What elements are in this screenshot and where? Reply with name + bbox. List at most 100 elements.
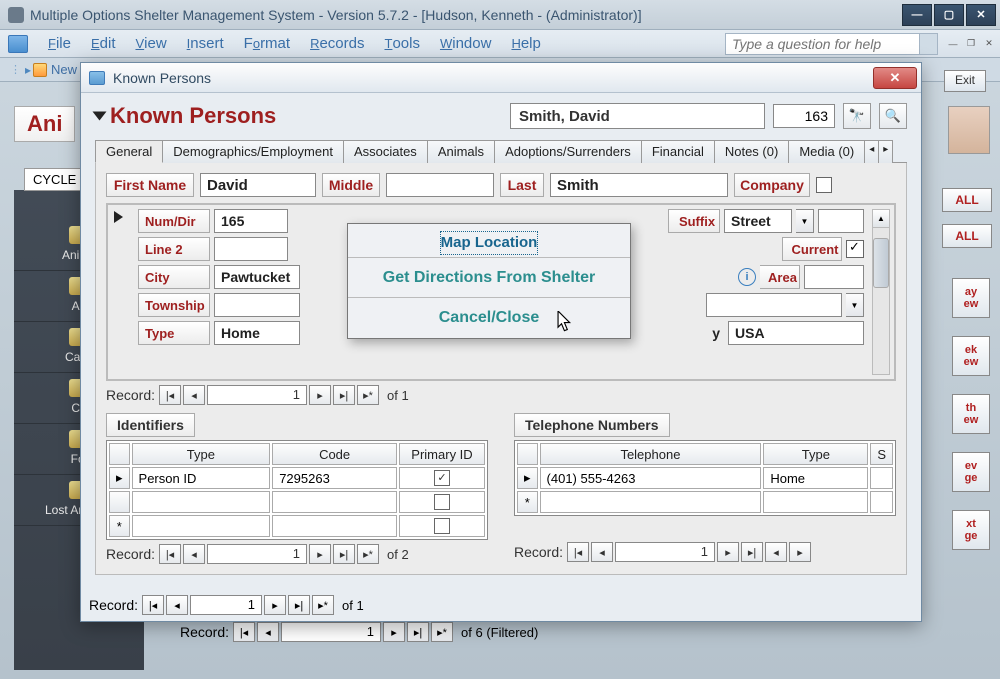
nav-first-icon[interactable]: |◂ <box>159 544 181 564</box>
tab-notes[interactable]: Notes (0) <box>714 140 789 163</box>
tab-financial[interactable]: Financial <box>641 140 715 163</box>
address-scrollbar[interactable]: ▲ <box>872 209 890 375</box>
nav-last-icon[interactable]: ▸| <box>288 595 310 615</box>
subform-record-arrow-icon[interactable] <box>114 211 123 223</box>
menu-tools[interactable]: Tools <box>374 31 429 56</box>
menu-view[interactable]: View <box>125 31 176 56</box>
right-btn-partial[interactable]: thew <box>952 394 990 434</box>
table-row-new[interactable]: * <box>517 491 893 513</box>
nav-new-icon[interactable]: ▸* <box>312 595 334 615</box>
table-row[interactable]: ▸ Person ID 7295263 <box>109 467 485 489</box>
right-btn-partial[interactable]: evge <box>952 452 990 492</box>
minimize-button[interactable]: — <box>902 4 932 26</box>
nav-last-icon[interactable]: ▸| <box>333 544 355 564</box>
menu-edit[interactable]: Edit <box>81 31 126 56</box>
mdi-close[interactable]: ✕ <box>980 36 998 52</box>
table-row[interactable]: ▸ (401) 555-4263 Home <box>517 467 893 489</box>
middle-name-input[interactable] <box>386 173 494 197</box>
expand-arrow-icon[interactable] <box>93 112 107 121</box>
nav-last-icon[interactable]: ▸| <box>741 542 763 562</box>
new-button[interactable]: New <box>51 62 77 77</box>
last-name-input[interactable] <box>550 173 728 197</box>
right-btn-partial[interactable]: ayew <box>952 278 990 318</box>
primary-id-checkbox[interactable] <box>434 494 450 510</box>
company-checkbox[interactable] <box>816 177 832 193</box>
record-counter[interactable]: 1 <box>190 595 262 615</box>
right-btn-partial[interactable]: xtge <box>952 510 990 550</box>
primary-id-checkbox[interactable] <box>434 470 450 486</box>
cancel-close-item[interactable]: Cancel/Close <box>348 298 630 338</box>
area-input[interactable] <box>804 265 864 289</box>
tel-type-cell[interactable]: Home <box>763 467 868 489</box>
primary-id-checkbox[interactable] <box>434 518 450 534</box>
row-selector-icon[interactable]: ▸ <box>109 467 130 489</box>
record-counter[interactable]: 1 <box>207 544 307 564</box>
country-input[interactable] <box>728 321 864 345</box>
nav-first-icon[interactable]: |◂ <box>159 385 181 405</box>
tab-associates[interactable]: Associates <box>343 140 428 163</box>
menu-format[interactable]: Format <box>234 31 300 56</box>
tab-demographics[interactable]: Demographics/Employment <box>162 140 344 163</box>
tab-media[interactable]: Media (0) <box>788 140 865 163</box>
menu-file[interactable]: File <box>38 31 81 56</box>
nav-new-icon[interactable]: ▸* <box>357 544 379 564</box>
township-input[interactable] <box>214 293 300 317</box>
mdi-minimize[interactable]: — <box>944 36 962 52</box>
exit-button[interactable]: Exit <box>944 70 986 92</box>
township-dropdown[interactable]: ▼ <box>846 293 864 317</box>
suffix-dropdown[interactable]: ▼ <box>796 209 814 233</box>
display-name-field[interactable] <box>510 103 765 129</box>
record-counter[interactable]: 1 <box>207 385 307 405</box>
record-counter[interactable]: 1 <box>281 622 381 642</box>
tab-scroll-left[interactable]: ◂ <box>864 140 879 163</box>
nav-next-icon[interactable]: ▸ <box>383 622 405 642</box>
nav-first-icon[interactable]: |◂ <box>142 595 164 615</box>
nav-prev-icon[interactable]: ◂ <box>183 385 205 405</box>
tab-general[interactable]: General <box>95 140 163 163</box>
identifiers-col-type[interactable]: Type <box>132 443 271 465</box>
nav-prev-icon[interactable]: ◂ <box>166 595 188 615</box>
nav-next-icon[interactable]: ▸ <box>717 542 739 562</box>
find-button[interactable]: 🔭 <box>843 103 871 129</box>
new-row-icon[interactable]: * <box>517 491 538 513</box>
menu-insert[interactable]: Insert <box>177 31 234 56</box>
all-button-2[interactable]: ALL <box>942 224 992 248</box>
scroll-up-icon[interactable]: ▲ <box>873 210 889 228</box>
table-row[interactable] <box>109 491 485 513</box>
map-location-item[interactable]: Map Location <box>440 231 539 255</box>
tab-adoptions[interactable]: Adoptions/Surrenders <box>494 140 642 163</box>
right-btn-partial[interactable]: ekew <box>952 336 990 376</box>
help-search-input[interactable] <box>725 33 920 55</box>
line2-input[interactable] <box>214 237 288 261</box>
nav-scroll-right[interactable]: ▸ <box>789 542 811 562</box>
first-name-input[interactable] <box>200 173 316 197</box>
row-selector-icon[interactable]: ▸ <box>517 467 538 489</box>
close-button[interactable]: ✕ <box>966 4 996 26</box>
identifiers-col-code[interactable]: Code <box>272 443 397 465</box>
nav-first-icon[interactable]: |◂ <box>567 542 589 562</box>
city-input[interactable] <box>214 265 300 289</box>
nav-first-icon[interactable]: |◂ <box>233 622 255 642</box>
help-search-dropdown[interactable] <box>920 33 938 55</box>
scroll-thumb[interactable] <box>873 238 889 288</box>
nav-next-icon[interactable]: ▸ <box>264 595 286 615</box>
info-icon[interactable]: i <box>738 268 756 286</box>
nav-prev-icon[interactable]: ◂ <box>183 544 205 564</box>
new-row-icon[interactable]: * <box>109 515 130 537</box>
nav-last-icon[interactable]: ▸| <box>333 385 355 405</box>
maximize-button[interactable]: ▢ <box>934 4 964 26</box>
nav-new-icon[interactable]: ▸* <box>357 385 379 405</box>
menu-window[interactable]: Window <box>430 31 501 56</box>
preview-button[interactable]: 🔍 <box>879 103 907 129</box>
person-id-field[interactable] <box>773 104 835 128</box>
tel-col-s[interactable]: S <box>870 443 893 465</box>
identifier-code-cell[interactable]: 7295263 <box>272 467 397 489</box>
current-checkbox[interactable]: ✓ <box>846 240 864 258</box>
suffix-input[interactable] <box>724 209 792 233</box>
type-input[interactable] <box>214 321 300 345</box>
township-extra-input[interactable] <box>706 293 842 317</box>
tab-scroll-right[interactable]: ▸ <box>878 140 893 163</box>
suffix-extra-input[interactable] <box>818 209 864 233</box>
nav-new-icon[interactable]: ▸* <box>431 622 453 642</box>
table-row-new[interactable]: * <box>109 515 485 537</box>
